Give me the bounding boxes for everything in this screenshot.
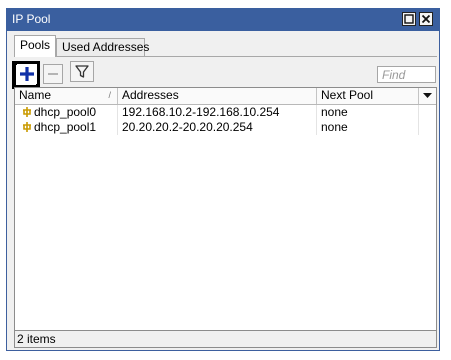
plus-icon bbox=[20, 67, 34, 81]
cell-name: dhcp_pool0 bbox=[15, 105, 118, 120]
pool-table: Name / Addresses Next Pool dhcp_pool0 19… bbox=[14, 87, 437, 331]
column-menu-button[interactable] bbox=[419, 88, 436, 104]
pool-icon bbox=[23, 107, 31, 117]
column-header-addresses[interactable]: Addresses bbox=[118, 88, 317, 104]
cell-next-pool: none bbox=[317, 105, 419, 120]
pool-icon bbox=[23, 122, 31, 132]
column-header-next-pool[interactable]: Next Pool bbox=[317, 88, 419, 104]
remove-button[interactable] bbox=[43, 64, 63, 84]
cell-next-pool: none bbox=[317, 120, 419, 135]
find-input[interactable] bbox=[377, 66, 436, 83]
close-button[interactable] bbox=[419, 12, 433, 26]
filter-icon bbox=[75, 65, 89, 78]
window-title: IP Pool bbox=[12, 12, 51, 26]
pool-name: dhcp_pool1 bbox=[34, 120, 97, 134]
tab-used-addresses[interactable]: Used Addresses bbox=[56, 38, 149, 56]
cell-name: dhcp_pool1 bbox=[15, 120, 118, 135]
add-button[interactable] bbox=[17, 64, 37, 84]
close-icon bbox=[421, 14, 431, 24]
column-header-label: Name bbox=[19, 88, 52, 102]
triangle-down-icon bbox=[423, 93, 432, 98]
sort-indicator: / bbox=[108, 90, 111, 100]
tab-divider bbox=[56, 56, 437, 57]
window-titlebar[interactable]: IP Pool bbox=[6, 8, 440, 31]
table-row[interactable]: dhcp_pool1 20.20.20.2-20.20.20.254 none bbox=[15, 120, 436, 135]
cell-addresses: 20.20.20.2-20.20.20.254 bbox=[118, 120, 317, 135]
pool-name: dhcp_pool0 bbox=[34, 105, 97, 119]
minus-icon bbox=[48, 73, 58, 75]
restore-button[interactable] bbox=[402, 12, 416, 26]
table-row[interactable]: dhcp_pool0 192.168.10.2-192.168.10.254 n… bbox=[15, 105, 436, 120]
status-bar: 2 items bbox=[14, 331, 437, 348]
item-count: 2 items bbox=[17, 332, 56, 346]
tab-pools[interactable]: Pools bbox=[14, 35, 56, 57]
filter-button[interactable] bbox=[70, 61, 94, 82]
column-header-name[interactable]: Name / bbox=[15, 88, 118, 104]
table-header: Name / Addresses Next Pool bbox=[15, 88, 436, 105]
restore-icon bbox=[404, 14, 414, 24]
cell-addresses: 192.168.10.2-192.168.10.254 bbox=[118, 105, 317, 120]
